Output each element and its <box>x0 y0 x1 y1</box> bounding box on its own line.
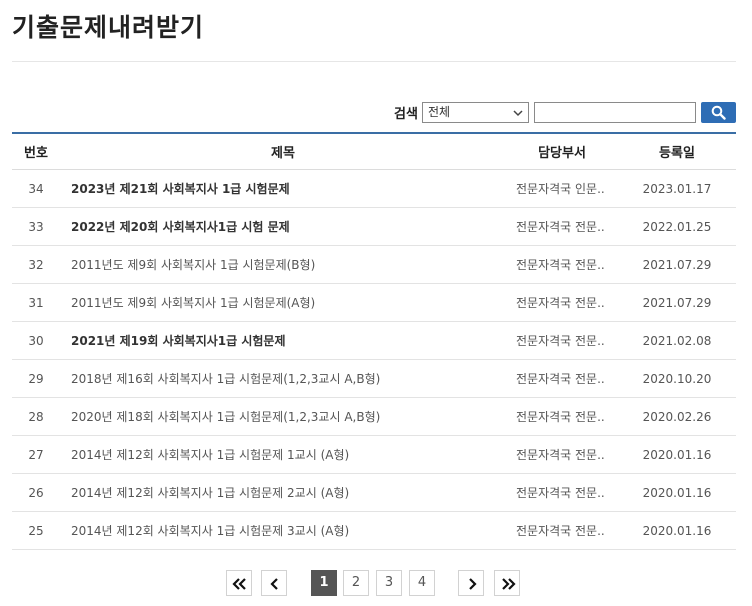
row-number: 25 <box>28 523 44 538</box>
row-department: 전문자격국 전문.. <box>516 372 605 386</box>
table-row[interactable]: 29 2018년 제16회 사회복지사 1급 시험문제(1,2,3교시 A,B형)… <box>12 360 736 398</box>
page-title: 기출문제내려받기 <box>12 13 205 42</box>
search-icon <box>711 105 726 120</box>
prev-page-button[interactable] <box>261 570 287 596</box>
row-title-link[interactable]: 2014년 제12회 사회복지사 1급 시험문제 3교시 (A형) <box>60 522 506 539</box>
last-page-button[interactable] <box>494 570 520 596</box>
row-date: 2021.02.08 <box>642 333 712 348</box>
table-row[interactable]: 34 2023년 제21회 사회복지사 1급 시험문제 전문자격국 인문.. 2023… <box>12 170 736 208</box>
row-department: 전문자격국 전문.. <box>516 258 605 272</box>
table-row[interactable]: 31 2011년도 제9회 사회복지사 1급 시험문제(A형) 전문자격국 전문..… <box>12 284 736 322</box>
row-date: 2021.07.29 <box>642 295 712 310</box>
row-date: 2020.01.16 <box>642 523 712 538</box>
column-header-title: 제목 <box>271 146 295 161</box>
row-title-link[interactable]: 2021년 제19회 사회복지사1급 시험문제 <box>60 332 506 349</box>
page-2-button[interactable]: 2 <box>343 570 369 596</box>
page-3-button[interactable]: 3 <box>376 570 402 596</box>
title-divider <box>12 61 736 62</box>
page-4-button[interactable]: 4 <box>409 570 435 596</box>
page-1-button[interactable]: 1 <box>311 570 337 596</box>
row-department: 전문자격국 전문.. <box>516 524 605 538</box>
row-department: 전문자격국 전문.. <box>516 410 605 424</box>
row-number: 30 <box>28 333 44 348</box>
row-date: 2020.01.16 <box>642 447 712 462</box>
pagination: 1 2 3 4 <box>0 570 752 596</box>
search-label: 검색 <box>394 107 418 122</box>
column-header-date: 등록일 <box>659 146 695 161</box>
search-bar: 검색 전체 <box>0 101 752 125</box>
row-date: 2021.07.29 <box>642 257 712 272</box>
table-row[interactable]: 33 2022년 제20회 사회복지사1급 시험 문제 전문자격국 전문.. 2022… <box>12 208 736 246</box>
row-title-link[interactable]: 2011년도 제9회 사회복지사 1급 시험문제(A형) <box>60 294 506 311</box>
exam-board-table: 번호 제목 담당부서 등록일 34 2023년 제21회 사회복지사 1급 시험문… <box>12 132 736 550</box>
row-date: 2020.10.20 <box>642 371 712 386</box>
row-title-link[interactable]: 2014년 제12회 사회복지사 1급 시험문제 2교시 (A형) <box>60 484 506 501</box>
row-number: 33 <box>28 219 44 234</box>
row-department: 전문자격국 전문.. <box>516 334 605 348</box>
row-title-link[interactable]: 2018년 제16회 사회복지사 1급 시험문제(1,2,3교시 A,B형) <box>60 370 506 387</box>
double-chevron-right-icon <box>502 578 516 590</box>
row-department: 전문자격국 전문.. <box>516 296 605 310</box>
chevron-down-icon <box>513 104 523 128</box>
table-row[interactable]: 25 2014년 제12회 사회복지사 1급 시험문제 3교시 (A형) 전문자격국… <box>12 512 736 550</box>
row-date: 2022.01.25 <box>642 219 712 234</box>
row-title-link[interactable]: 2022년 제20회 사회복지사1급 시험 문제 <box>60 218 506 235</box>
row-department: 전문자격국 전문.. <box>516 220 605 234</box>
table-row[interactable]: 32 2011년도 제9회 사회복지사 1급 시험문제(B형) 전문자격국 전문..… <box>12 246 736 284</box>
row-number: 27 <box>28 447 44 462</box>
row-title-link[interactable]: 2023년 제21회 사회복지사 1급 시험문제 <box>60 180 506 197</box>
row-date: 2020.01.16 <box>642 485 712 500</box>
row-title-link[interactable]: 2011년도 제9회 사회복지사 1급 시험문제(B형) <box>60 256 506 273</box>
row-title-link[interactable]: 2014년 제12회 사회복지사 1급 시험문제 1교시 (A형) <box>60 446 506 463</box>
table-header: 번호 제목 담당부서 등록일 <box>12 134 736 170</box>
chevron-left-icon <box>270 578 278 590</box>
search-category-value: 전체 <box>428 105 451 119</box>
row-number: 32 <box>28 257 44 272</box>
row-date: 2020.02.26 <box>642 409 712 424</box>
table-row[interactable]: 30 2021년 제19회 사회복지사1급 시험문제 전문자격국 전문.. 2021.… <box>12 322 736 360</box>
column-header-number: 번호 <box>24 146 48 161</box>
search-button[interactable] <box>701 102 736 123</box>
first-page-button[interactable] <box>226 570 252 596</box>
double-chevron-left-icon <box>232 578 246 590</box>
row-number: 34 <box>28 181 44 196</box>
row-department: 전문자격국 전문.. <box>516 486 605 500</box>
row-number: 28 <box>28 409 44 424</box>
row-date: 2023.01.17 <box>642 181 712 196</box>
search-category-select[interactable]: 전체 <box>422 102 529 123</box>
next-page-button[interactable] <box>458 570 484 596</box>
row-number: 26 <box>28 485 44 500</box>
row-department: 전문자격국 인문.. <box>516 182 605 196</box>
row-number: 31 <box>28 295 44 310</box>
row-department: 전문자격국 전문.. <box>516 448 605 462</box>
column-header-department: 담당부서 <box>538 146 586 161</box>
table-row[interactable]: 26 2014년 제12회 사회복지사 1급 시험문제 2교시 (A형) 전문자격국… <box>12 474 736 512</box>
row-title-link[interactable]: 2020년 제18회 사회복지사 1급 시험문제(1,2,3교시 A,B형) <box>60 408 506 425</box>
search-input[interactable] <box>534 102 696 123</box>
table-row[interactable]: 28 2020년 제18회 사회복지사 1급 시험문제(1,2,3교시 A,B형)… <box>12 398 736 436</box>
table-row[interactable]: 27 2014년 제12회 사회복지사 1급 시험문제 1교시 (A형) 전문자격국… <box>12 436 736 474</box>
row-number: 29 <box>28 371 44 386</box>
chevron-right-icon <box>469 578 477 590</box>
